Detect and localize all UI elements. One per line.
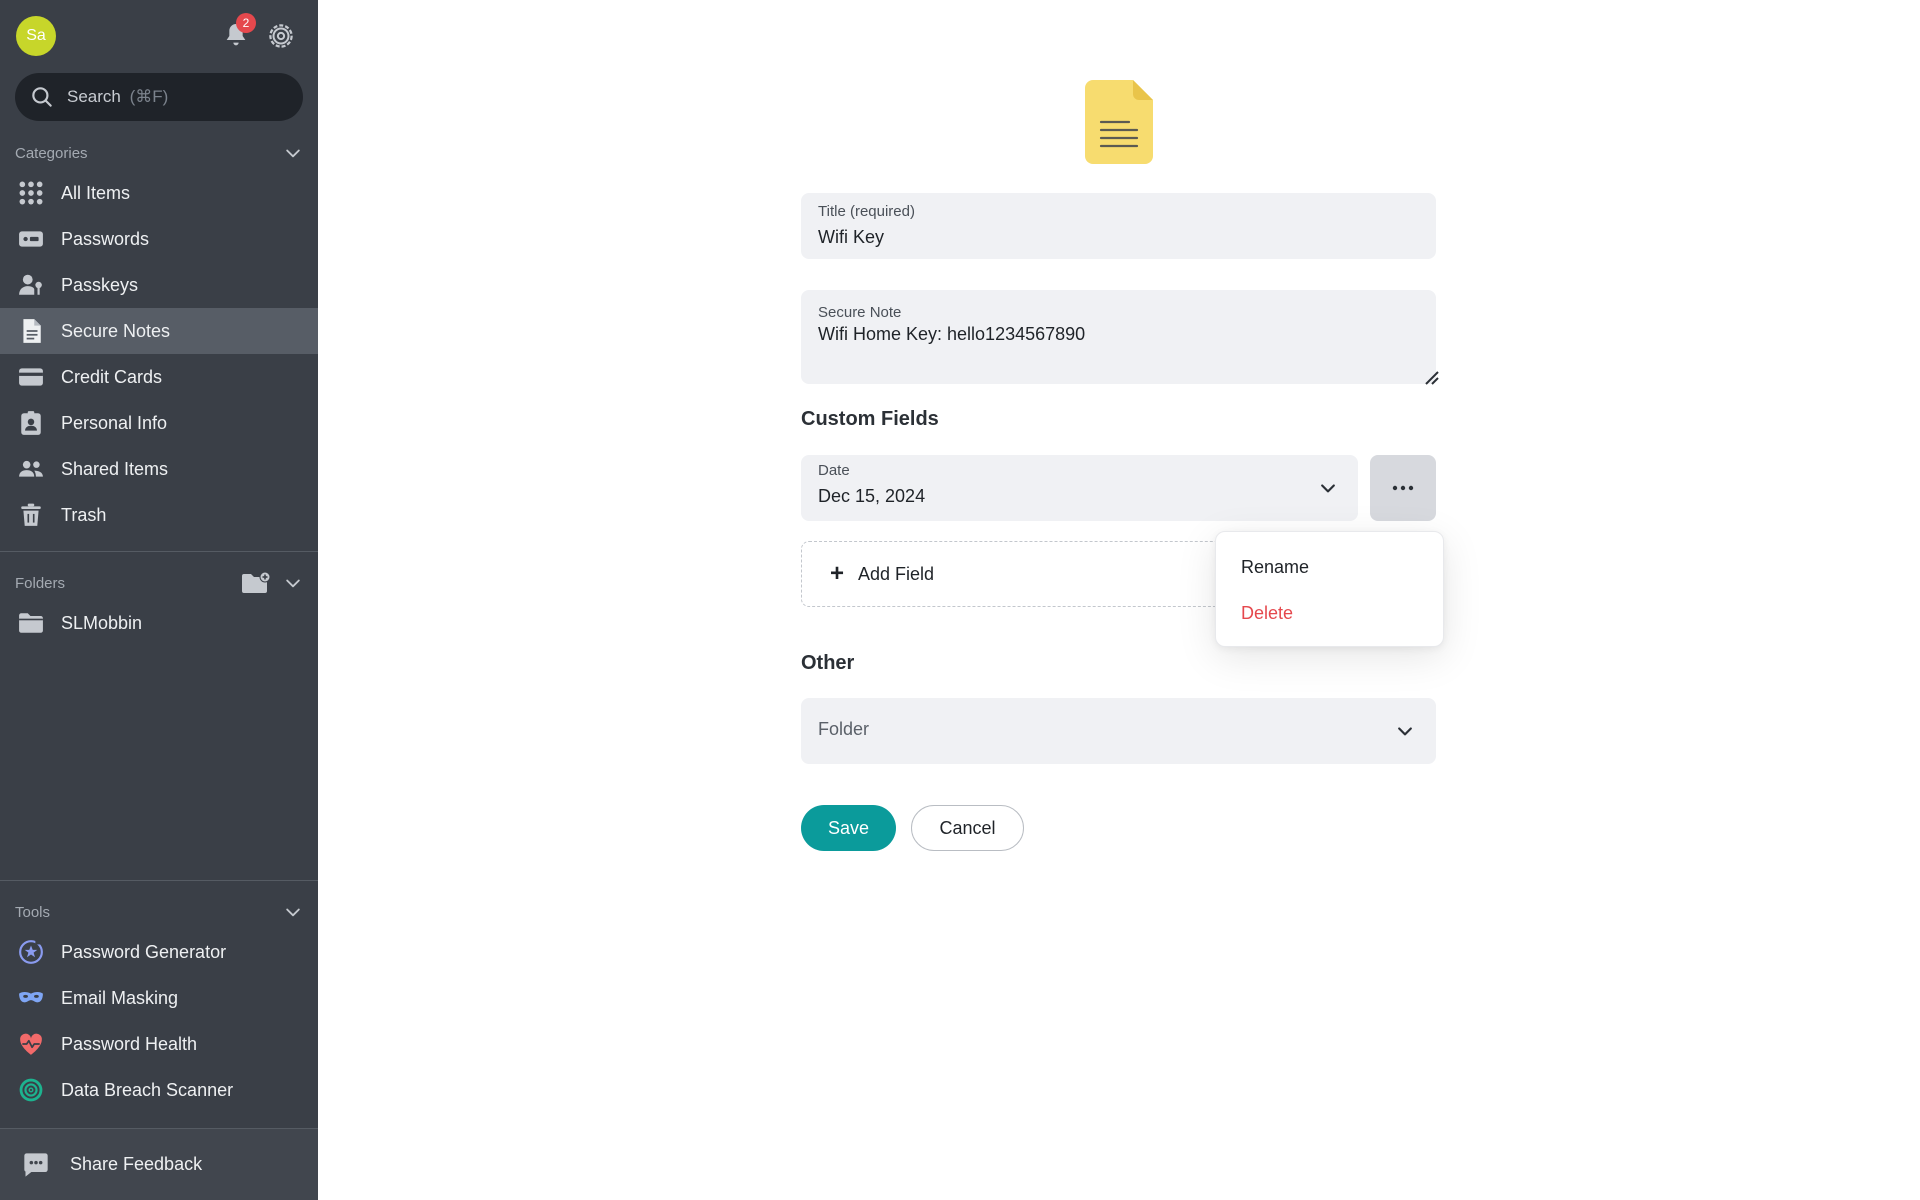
chevron-down-icon[interactable] — [1395, 721, 1415, 741]
grid-icon — [17, 179, 45, 207]
sidebar-item-personal-info[interactable]: Personal Info — [0, 400, 318, 446]
sidebar-item-all-items[interactable]: All Items — [0, 170, 318, 216]
chevron-down-icon[interactable] — [283, 902, 303, 922]
sidebar: Sa 2 Search (⌘F) Categories All Items Pa… — [0, 0, 318, 1200]
categories-heading: Categories — [15, 144, 88, 162]
sidebar-item-label: Credit Cards — [61, 366, 163, 387]
sidebar-item-label: Shared Items — [61, 458, 169, 479]
sidebar-item-email-masking[interactable]: Email Masking — [0, 975, 318, 1021]
chevron-down-icon[interactable] — [283, 573, 303, 593]
add-field-button[interactable]: + Add Field — [801, 541, 1241, 607]
sidebar-item-secure-notes[interactable]: Secure Notes — [0, 308, 318, 354]
secure-note-icon — [1085, 80, 1153, 164]
folders-heading: Folders — [15, 574, 66, 592]
date-field[interactable]: Date Dec 15, 2024 — [801, 455, 1358, 521]
sidebar-item-label: All Items — [61, 182, 131, 203]
sidebar-divider — [0, 551, 318, 552]
sidebar-item-label: Secure Notes — [61, 320, 171, 341]
resize-handle-icon[interactable] — [1424, 370, 1440, 386]
radar-icon — [17, 1076, 45, 1104]
chevron-down-icon[interactable] — [283, 143, 303, 163]
plus-icon: + — [830, 560, 845, 587]
other-heading: Other — [801, 652, 855, 674]
share-feedback-button[interactable]: Share Feedback — [0, 1128, 318, 1200]
cancel-button[interactable]: Cancel — [911, 805, 1024, 851]
menu-item-rename[interactable]: Rename — [1241, 557, 1309, 578]
title-value[interactable]: Wifi Key — [818, 227, 884, 248]
add-field-label: Add Field — [858, 563, 935, 584]
tools-header[interactable]: Tools — [15, 900, 303, 924]
search-icon — [32, 87, 52, 107]
people-icon — [17, 455, 45, 483]
sidebar-header: Sa 2 — [0, 0, 318, 72]
menu-item-delete[interactable]: Delete — [1241, 603, 1293, 624]
mask-icon — [17, 984, 45, 1012]
tools-heading: Tools — [15, 903, 51, 921]
folder-select[interactable]: Folder — [801, 698, 1436, 764]
sidebar-item-label: Password Generator — [61, 941, 227, 962]
notification-badge: 2 — [236, 13, 256, 33]
sidebar-item-folder-slmobbin[interactable]: SLMobbin — [0, 600, 318, 646]
heart-pulse-icon — [17, 1030, 45, 1058]
sidebar-item-label: Email Masking — [61, 987, 179, 1008]
credit-card-icon — [17, 363, 45, 391]
sidebar-item-label: Passwords — [61, 228, 150, 249]
secure-note-textarea[interactable]: Secure Note Wifi Home Key: hello12345678… — [801, 290, 1436, 384]
sidebar-item-password-generator[interactable]: Password Generator — [0, 929, 318, 975]
sidebar-item-label: Passkeys — [61, 274, 139, 295]
sidebar-item-label: SLMobbin — [61, 612, 143, 633]
folders-header[interactable]: Folders — [15, 571, 303, 595]
sidebar-item-label: Trash — [61, 504, 107, 525]
search-placeholder: Search (⌘F) — [67, 87, 169, 106]
sidebar-item-label: Data Breach Scanner — [61, 1079, 234, 1100]
sidebar-item-data-breach-scanner[interactable]: Data Breach Scanner — [0, 1067, 318, 1113]
sidebar-item-trash[interactable]: Trash — [0, 492, 318, 538]
sidebar-item-credit-cards[interactable]: Credit Cards — [0, 354, 318, 400]
search-input[interactable]: Search (⌘F) — [15, 73, 303, 121]
secure-note-label: Secure Note — [818, 304, 902, 321]
title-field[interactable]: Title (required) Wifi Key — [801, 193, 1436, 259]
sidebar-item-passkeys[interactable]: Passkeys — [0, 262, 318, 308]
chevron-down-icon[interactable] — [1318, 478, 1338, 498]
add-folder-icon[interactable] — [241, 571, 271, 595]
field-options-button[interactable] — [1370, 455, 1436, 521]
folder-icon — [17, 609, 45, 637]
sidebar-item-label: Password Health — [61, 1033, 198, 1054]
date-value[interactable]: Dec 15, 2024 — [818, 486, 925, 507]
note-icon — [17, 317, 45, 345]
sidebar-item-label: Personal Info — [61, 412, 168, 433]
more-horizontal-icon — [1392, 485, 1414, 491]
secure-note-value[interactable]: Wifi Home Key: hello1234567890 — [818, 324, 1085, 345]
custom-fields-heading: Custom Fields — [801, 408, 939, 430]
gear-icon[interactable] — [266, 21, 296, 51]
sidebar-divider — [0, 880, 318, 881]
passkey-icon — [17, 271, 45, 299]
sidebar-item-passwords[interactable]: Passwords — [0, 216, 318, 262]
id-badge-icon — [17, 409, 45, 437]
date-label: Date — [818, 462, 850, 479]
folder-placeholder: Folder — [818, 719, 870, 739]
avatar[interactable]: Sa — [16, 16, 56, 56]
chat-bubble-icon — [24, 1152, 48, 1177]
password-icon — [17, 225, 45, 253]
save-button[interactable]: Save — [801, 805, 896, 851]
field-options-menu: Rename Delete — [1215, 531, 1444, 647]
title-label: Title (required) — [818, 203, 915, 220]
share-feedback-label: Share Feedback — [70, 1154, 203, 1174]
generator-icon — [17, 938, 45, 966]
categories-header[interactable]: Categories — [15, 141, 303, 165]
sidebar-item-password-health[interactable]: Password Health — [0, 1021, 318, 1067]
sidebar-item-shared-items[interactable]: Shared Items — [0, 446, 318, 492]
trash-icon — [17, 501, 45, 529]
